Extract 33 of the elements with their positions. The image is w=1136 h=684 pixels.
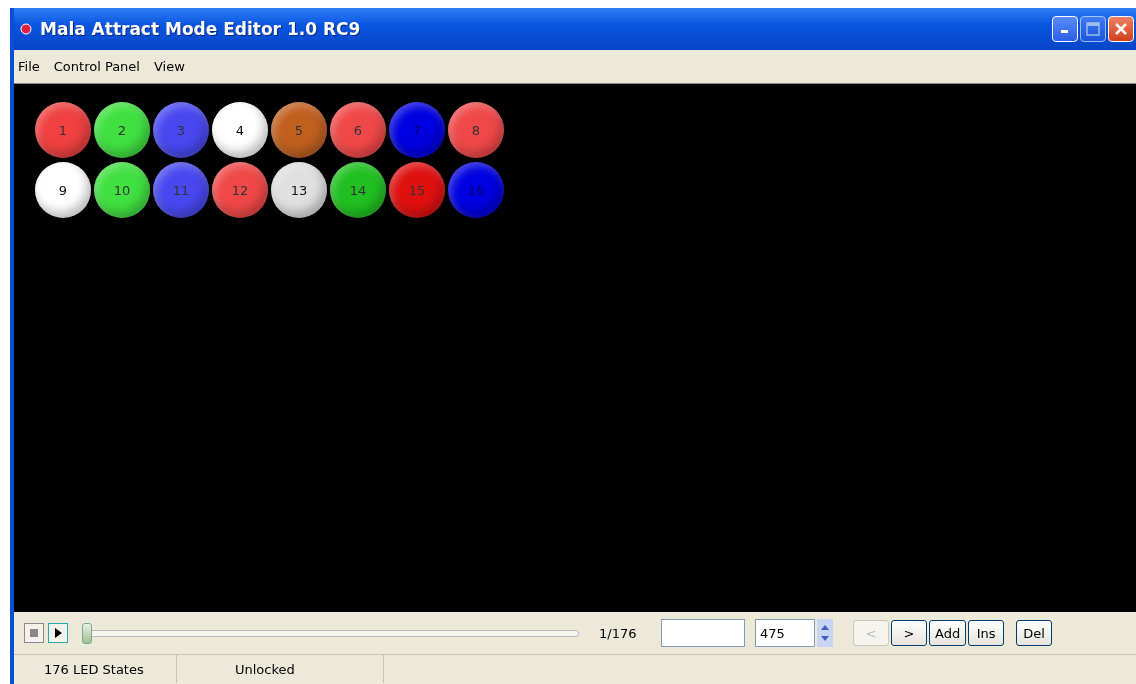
toolbar-button[interactable]: Add (929, 620, 967, 646)
maximize-icon (1086, 22, 1100, 36)
frame-slider[interactable] (82, 622, 579, 644)
spin-arrows-icon[interactable] (817, 619, 833, 647)
close-icon (1114, 22, 1128, 36)
maximize-button[interactable] (1080, 16, 1106, 42)
window-title: Mala Attract Mode Editor 1.0 RC9 (40, 19, 362, 39)
app-icon (20, 23, 32, 35)
frame-position: 1/176 (599, 625, 638, 641)
minimize-button[interactable] (1052, 16, 1078, 42)
stop-icon (29, 628, 39, 638)
led-button[interactable]: 2 (94, 102, 150, 158)
menu-item[interactable]: View (153, 59, 185, 74)
toolbar-button[interactable]: Ins (968, 620, 1005, 646)
status-text: Unlocked (177, 655, 384, 683)
led-button[interactable]: 4 (212, 102, 268, 158)
toolbar-button[interactable]: > (891, 620, 927, 646)
status-text: 176 LED States (14, 655, 177, 683)
slider-thumb[interactable] (82, 622, 92, 644)
menu-item[interactable]: Control Panel (53, 59, 140, 74)
led-button[interactable]: 13 (271, 162, 327, 218)
led-button[interactable]: 9 (35, 162, 91, 218)
delay-field[interactable]: 475 (755, 619, 815, 647)
led-button[interactable]: 14 (330, 162, 386, 218)
toolbar-button[interactable]: Del (1016, 620, 1053, 646)
led-button[interactable]: 6 (330, 102, 386, 158)
close-button[interactable] (1108, 16, 1134, 42)
menu-item[interactable]: File (18, 59, 40, 74)
input-field[interactable] (661, 619, 745, 647)
led-button[interactable]: 8 (448, 102, 504, 158)
play-button[interactable] (48, 623, 68, 643)
led-button[interactable]: 10 (94, 162, 150, 218)
play-icon (53, 628, 63, 638)
